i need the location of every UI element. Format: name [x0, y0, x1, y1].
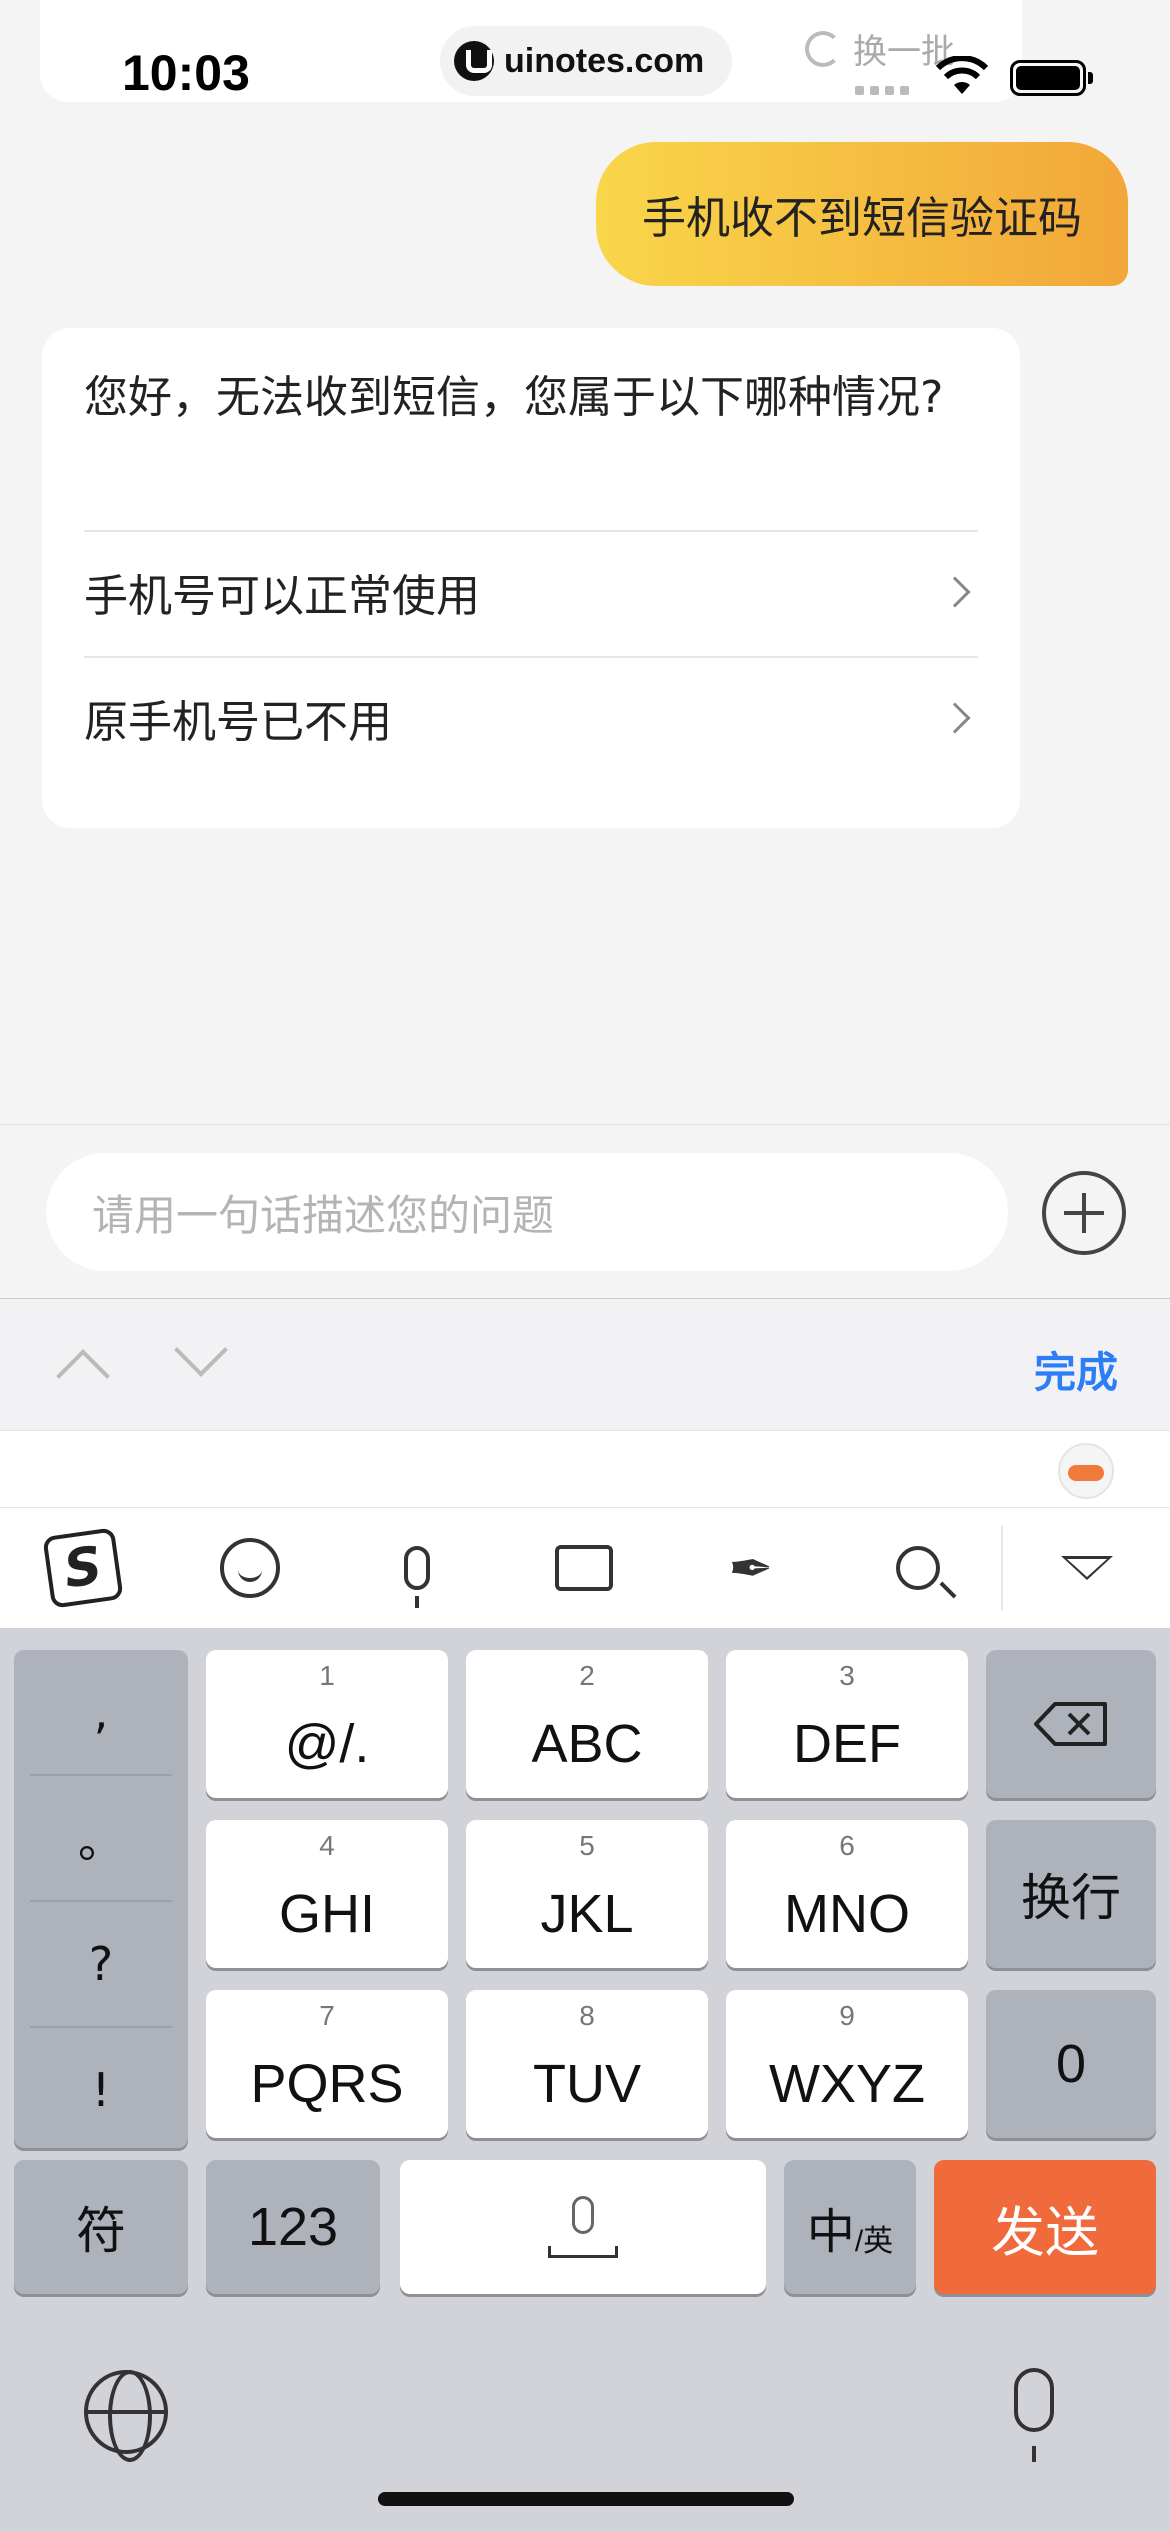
keyboard: , 。 ? ! 1 @/. 2 ABC 3 DEF 4 GHI 5 JKL 6 MNO 换行… [0, 1628, 1170, 2532]
keyboard-accessory-bar: 完成 [0, 1298, 1170, 1430]
refresh-button[interactable]: 换一批 [805, 24, 955, 73]
status-time: 10:03 [122, 45, 250, 101]
site-logo-icon [454, 41, 494, 81]
done-button[interactable]: 完成 [1034, 1339, 1118, 1400]
key-2[interactable]: 2 ABC [466, 1650, 708, 1798]
punctuation-column: , 。 ? ! [14, 1650, 188, 2148]
key-3[interactable]: 3 DEF [726, 1650, 968, 1798]
emoji-icon [220, 1538, 281, 1598]
space-icon [548, 2246, 618, 2258]
send-key[interactable]: 发送 [934, 2160, 1156, 2294]
key-5[interactable]: 5 JKL [466, 1820, 708, 1968]
home-indicator[interactable] [378, 2492, 794, 2506]
emoji-button[interactable] [167, 1508, 334, 1628]
symbol-key[interactable]: 符 [14, 2160, 188, 2294]
hide-keyboard-button[interactable] [1003, 1508, 1170, 1628]
sogou-logo-button[interactable]: S [0, 1508, 167, 1628]
newline-key[interactable]: 换行 [986, 1820, 1156, 1968]
search-button[interactable] [834, 1508, 1001, 1628]
sogou-logo-icon: S [42, 1527, 125, 1609]
key-4[interactable]: 4 GHI [206, 1820, 448, 1968]
chevron-right-icon [939, 702, 971, 734]
bot-message-text: 您好，无法收到短信，您属于以下哪种情况? [84, 372, 944, 423]
option-label: 手机号可以正常使用 [84, 571, 480, 622]
keyboard-switch-button[interactable] [501, 1508, 668, 1628]
keyboard-toolbar: S ✒ [0, 1508, 1170, 1628]
punct-key-exclaim[interactable]: ! [14, 2028, 188, 2152]
key-9[interactable]: 9 WXYZ [726, 1990, 968, 2138]
globe-icon[interactable] [84, 2370, 168, 2462]
feather-icon: ✒ [728, 1536, 774, 1600]
key-1[interactable]: 1 @/. [206, 1650, 448, 1798]
language-switch-key[interactable]: 中/英 [784, 2160, 916, 2294]
key-0[interactable]: 0 [986, 1990, 1156, 2138]
key-6[interactable]: 6 MNO [726, 1820, 968, 1968]
voice-input-button[interactable] [334, 1508, 501, 1628]
add-attachment-button[interactable] [1042, 1171, 1126, 1255]
punct-key-period[interactable]: 。 [14, 1776, 188, 1900]
key-7[interactable]: 7 PQRS [206, 1990, 448, 2138]
previous-field-button[interactable] [56, 1349, 110, 1403]
chevron-right-icon [939, 576, 971, 608]
microphone-icon [404, 1546, 431, 1608]
message-input[interactable]: 请用一句话描述您的问题 [46, 1153, 1008, 1271]
refresh-icon [805, 30, 841, 67]
numeric-key[interactable]: 123 [206, 2160, 380, 2294]
option-phone-unused[interactable]: 原手机号已不用 [84, 656, 978, 780]
backspace-key[interactable] [986, 1650, 1156, 1798]
punct-key-question[interactable]: ? [14, 1902, 188, 2026]
page-dots [855, 86, 909, 95]
dictation-microphone-icon[interactable] [1014, 2368, 1054, 2462]
option-label: 原手机号已不用 [84, 697, 392, 748]
search-icon [895, 1546, 940, 1590]
user-message-bubble: 手机收不到短信验证码 [596, 142, 1128, 286]
punct-key-comma[interactable]: , [14, 1650, 188, 1774]
key-8[interactable]: 8 TUV [466, 1990, 708, 2138]
space-key[interactable] [400, 2160, 766, 2294]
keyboard-mascot-icon[interactable] [1058, 1443, 1114, 1499]
battery-tip [1088, 72, 1093, 84]
microphone-icon [572, 2196, 594, 2234]
candidate-bar [0, 1430, 1170, 1508]
next-field-button[interactable] [174, 1323, 228, 1377]
backspace-icon [1034, 1702, 1107, 1746]
keyboard-icon [555, 1545, 613, 1591]
handwriting-button[interactable]: ✒ [667, 1508, 834, 1628]
chevron-down-icon [1060, 1556, 1113, 1580]
wifi-icon [936, 56, 988, 94]
battery-icon [1010, 60, 1086, 96]
bot-message-card: 您好，无法收到短信，您属于以下哪种情况? 手机号可以正常使用 原手机号已不用 [42, 328, 1020, 828]
url-text: uinotes.com [504, 41, 705, 80]
option-phone-usable[interactable]: 手机号可以正常使用 [84, 530, 978, 654]
input-bar: 请用一句话描述您的问题 [0, 1124, 1170, 1298]
url-pill[interactable]: uinotes.com [440, 26, 732, 96]
